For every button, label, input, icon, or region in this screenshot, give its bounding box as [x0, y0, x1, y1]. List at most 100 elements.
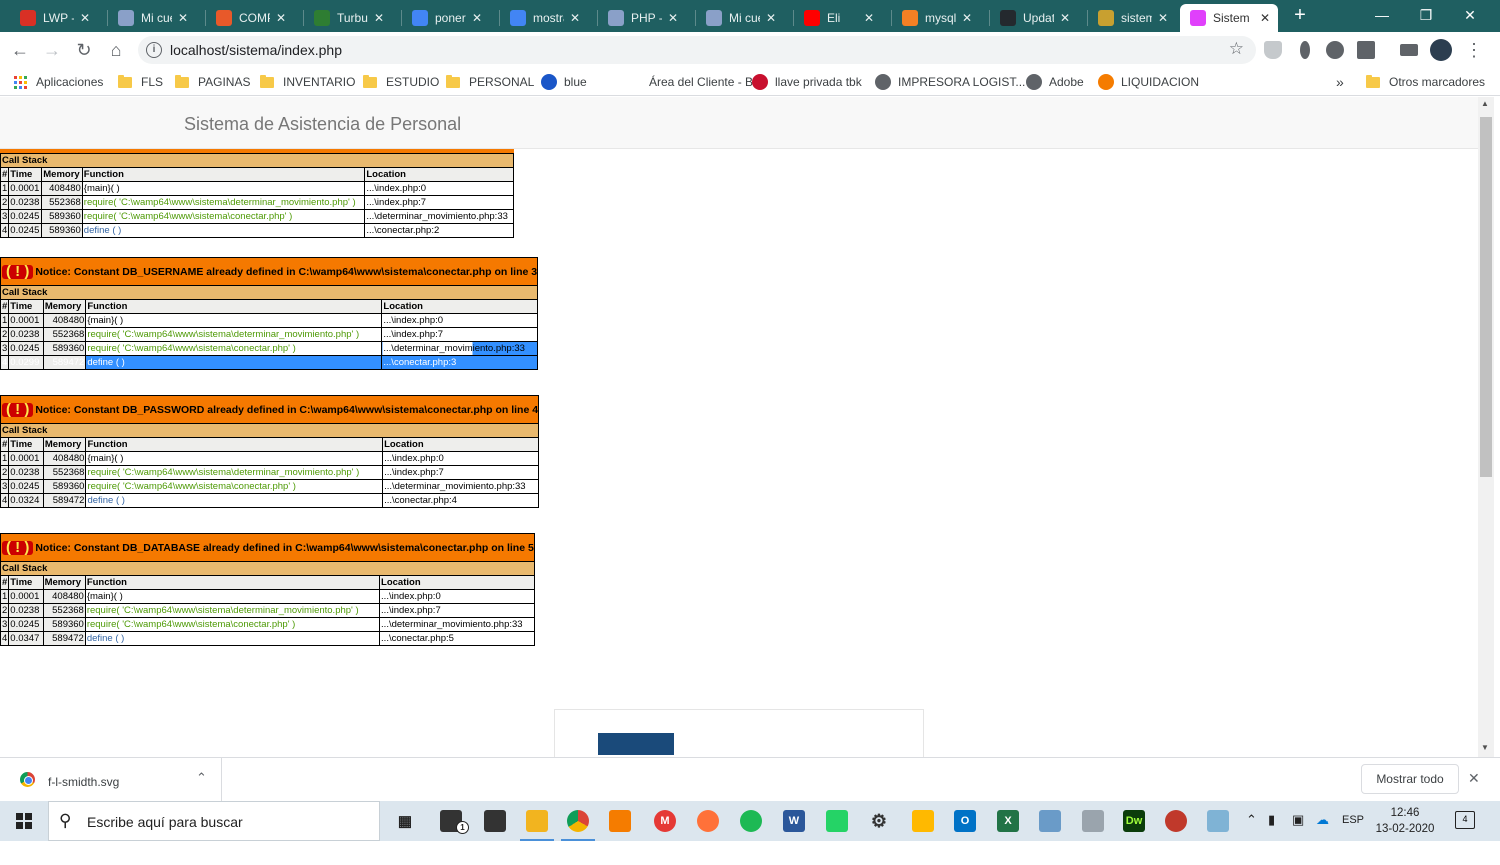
bookmark-item[interactable]: Área del Cliente - Bl...	[626, 73, 766, 91]
profile-avatar[interactable]	[1430, 39, 1452, 61]
close-tab-icon[interactable]: ✕	[862, 11, 876, 25]
taskbar-search[interactable]: ⚲ Escribe aquí para buscar	[48, 801, 380, 841]
m-extension-icon[interactable]	[1326, 41, 1344, 59]
dreamweaver-icon[interactable]: Dw	[1123, 810, 1145, 832]
action-center-icon[interactable]: 4	[1455, 811, 1475, 829]
row-location: ...\index.php:0	[379, 589, 535, 604]
back-button[interactable]: ←	[8, 38, 32, 62]
notice-message: Notice: Constant DB_PASSWORD already def…	[35, 403, 539, 416]
other-bookmarks-folder[interactable]: Otros marcadores	[1366, 73, 1485, 91]
notepad-icon[interactable]	[484, 810, 506, 832]
close-tab-icon[interactable]: ✕	[372, 11, 386, 25]
chevron-up-icon[interactable]: ⌃	[196, 770, 207, 786]
row-function: define ( )	[81, 223, 366, 238]
minimize-button[interactable]: —	[1360, 0, 1404, 30]
media-player-icon[interactable]	[609, 810, 631, 832]
file-explorer-icon[interactable]	[520, 810, 554, 841]
bookmark-item[interactable]: ESTUDIO	[363, 73, 439, 91]
download-item[interactable]: f-l-smidth.svg ⌃	[0, 758, 222, 802]
browser-tab[interactable]: Updat ✕	[990, 4, 1078, 32]
scroll-up-arrow-icon[interactable]: ▲	[1481, 99, 1489, 108]
close-tab-icon[interactable]: ✕	[960, 11, 974, 25]
spotify-icon[interactable]	[740, 810, 762, 832]
app-icon-2[interactable]	[1082, 810, 1104, 832]
settings-gear-icon[interactable]: ⚙	[868, 810, 890, 832]
site-brand[interactable]: Sistema de Asistencia de Personal	[184, 114, 461, 135]
browser-tab[interactable]: LWP - (✕	[10, 4, 98, 32]
bookmark-item[interactable]: IMPRESORA LOGIST...	[875, 73, 1025, 91]
maximize-button[interactable]: ❐	[1404, 0, 1448, 30]
home-button[interactable]: ⌂	[104, 38, 128, 62]
task-view-icon[interactable]: ▦	[394, 810, 416, 832]
close-tab-icon[interactable]: ✕	[78, 11, 92, 25]
close-tab-icon[interactable]: ✕	[666, 11, 680, 25]
close-tab-icon[interactable]: ✕	[176, 11, 190, 25]
row-location: ...\index.php:0	[364, 181, 514, 196]
page-scrollbar[interactable]: ▲ ▼	[1478, 97, 1494, 757]
close-tab-icon[interactable]: ✕	[274, 11, 288, 25]
firefox-icon[interactable]	[697, 810, 719, 832]
browser-tab[interactable]: poner ✕	[402, 4, 490, 32]
tray-chevron-up-icon[interactable]: ⌃	[1246, 812, 1257, 828]
browser-tab[interactable]: Eli ✕	[794, 4, 882, 32]
info-icon[interactable]: i	[146, 42, 162, 58]
close-tab-icon[interactable]: ✕	[470, 11, 484, 25]
bookmark-item[interactable]: Aplicaciones	[14, 73, 103, 91]
bookmarks-overflow-button[interactable]: »	[1336, 73, 1344, 91]
bookmark-item[interactable]: llave privada tbk	[752, 73, 862, 91]
browser-tab[interactable]: PHP - ✕	[598, 4, 686, 32]
browser-tab[interactable]: Mi cue ✕	[696, 4, 784, 32]
app-icon-1[interactable]	[1039, 810, 1061, 832]
new-tab-button[interactable]: +	[1288, 4, 1312, 28]
close-download-bar-icon[interactable]: ✕	[1468, 770, 1480, 787]
close-window-button[interactable]: ✕	[1448, 0, 1492, 30]
scroll-down-arrow-icon[interactable]: ▼	[1481, 743, 1489, 752]
bookmark-item[interactable]: LIQUIDACION	[1098, 73, 1199, 91]
bookmark-item[interactable]: PERSONAL	[446, 73, 534, 91]
start-button[interactable]	[0, 801, 48, 841]
taskbar-clock[interactable]: 12:46 13-02-2020	[1372, 805, 1438, 837]
scrollbar-thumb[interactable]	[1480, 117, 1492, 477]
url-text[interactable]: localhost/sistema/index.php	[170, 42, 342, 58]
tab-manager-icon[interactable]	[1357, 41, 1375, 59]
mega-icon[interactable]: M	[654, 810, 676, 832]
chrome-icon[interactable]	[561, 810, 595, 841]
tips-bulb-icon[interactable]	[912, 810, 934, 832]
close-tab-icon[interactable]: ✕	[1058, 11, 1072, 25]
bookmark-item[interactable]: Adobe	[1026, 73, 1084, 91]
media-control-icon[interactable]	[1400, 44, 1418, 56]
browser-tab[interactable]: sistem ✕	[1088, 4, 1176, 32]
show-all-button[interactable]: Mostrar todo	[1361, 764, 1459, 794]
shield-extension-icon[interactable]	[1264, 41, 1282, 59]
location-pin-icon[interactable]	[1300, 41, 1310, 59]
close-tab-icon[interactable]: ✕	[1156, 11, 1170, 25]
browser-tab[interactable]: COMP ✕	[206, 4, 294, 32]
app-icon-3[interactable]	[1165, 810, 1187, 832]
browser-tab[interactable]: mostra ✕	[500, 4, 588, 32]
bookmark-item[interactable]: blue	[541, 73, 587, 91]
browser-tab[interactable]: Turbus ✕	[304, 4, 392, 32]
close-tab-icon[interactable]: ✕	[568, 11, 582, 25]
forward-button[interactable]: →	[40, 38, 64, 62]
menu-kebab-icon[interactable]: ⋮	[1462, 38, 1486, 62]
bookmark-item[interactable]: INVENTARIO	[260, 73, 355, 91]
language-indicator[interactable]: ESP	[1342, 814, 1364, 826]
word-icon[interactable]: W	[783, 810, 805, 832]
reload-button[interactable]: ↻	[72, 38, 96, 62]
network-icon[interactable]: ▣	[1292, 812, 1304, 828]
whatsapp-icon[interactable]	[826, 810, 848, 832]
bookmark-item[interactable]: PAGINAS	[175, 73, 250, 91]
battery-icon[interactable]: ▮	[1268, 812, 1275, 828]
address-bar[interactable]: i localhost/sistema/index.php ☆	[138, 36, 1256, 64]
app-icon-4[interactable]	[1207, 810, 1229, 832]
bookmark-star-icon[interactable]: ☆	[1229, 39, 1244, 59]
bookmark-item[interactable]: FLS	[118, 73, 163, 91]
browser-tab[interactable]: mysql ✕	[892, 4, 980, 32]
close-tab-icon[interactable]: ✕	[1258, 11, 1272, 25]
excel-icon[interactable]: X	[997, 810, 1019, 832]
close-tab-icon[interactable]: ✕	[764, 11, 778, 25]
browser-tab[interactable]: Sistem ✕	[1180, 4, 1278, 32]
browser-tab[interactable]: Mi cue ✕	[108, 4, 196, 32]
outlook-icon[interactable]: O	[954, 810, 976, 832]
onedrive-cloud-icon[interactable]: ☁	[1316, 812, 1329, 828]
